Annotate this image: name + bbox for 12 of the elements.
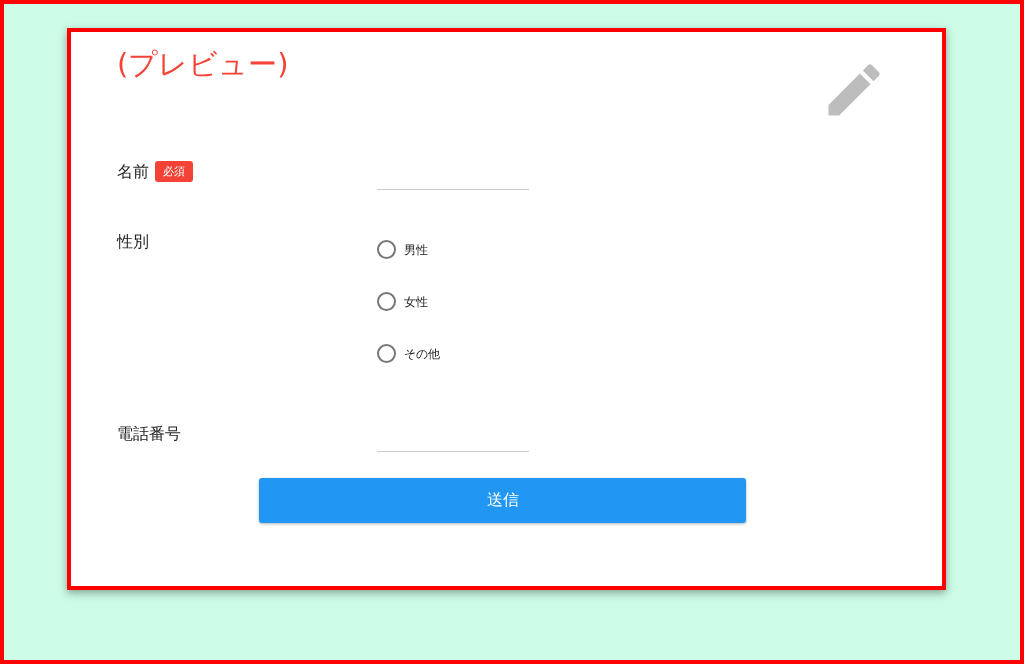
radio-label: 男性 [404,241,428,259]
radio-button[interactable] [377,292,396,312]
radio-button[interactable] [377,344,396,364]
radio-label: 女性 [404,293,428,311]
radio-label: その他 [404,345,440,363]
field-label: 名前 [117,161,149,181]
field-label: 性別 [117,231,149,251]
radio-button[interactable] [377,240,396,260]
required-badge: 必須 [155,160,193,182]
field-label: 電話番号 [117,423,181,443]
preview-title: (プレビュー) [117,46,290,83]
submit-button[interactable]: 送信 [259,477,746,523]
